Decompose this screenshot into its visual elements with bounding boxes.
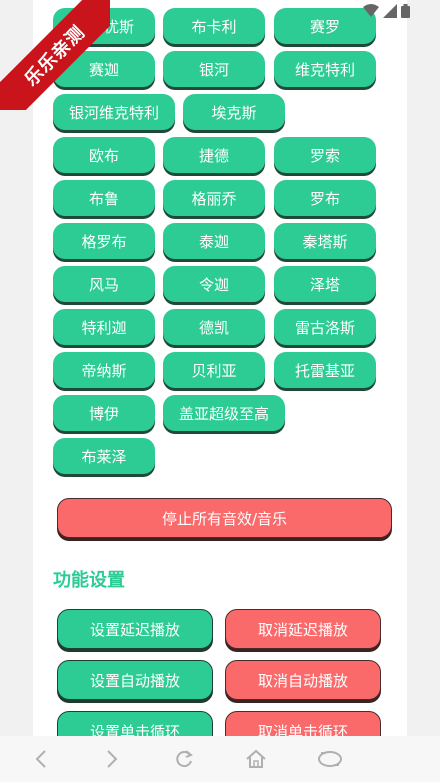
voice-button[interactable]: 帝纳斯 [53, 352, 155, 388]
voice-button-label: 德凯 [198, 318, 229, 337]
voice-button-label: 帝纳斯 [81, 361, 127, 380]
content-card: 罗比优斯布卡利赛罗赛迦银河维克特利银河维克特利埃克斯欧布捷德罗索布鲁格丽乔罗布格… [33, 0, 407, 736]
voice-button[interactable]: 银河 [163, 51, 265, 87]
stop-all-button[interactable]: 停止所有音效/音乐 [57, 498, 392, 538]
voice-button[interactable]: 雷古洛斯 [274, 309, 376, 345]
voice-button[interactable]: 维克特利 [274, 51, 376, 87]
settings-button-label: 设置自动播放 [89, 671, 180, 690]
voice-button-label: 欧布 [88, 146, 119, 165]
voice-button-label: 维克特利 [294, 60, 355, 79]
voice-button[interactable]: 格罗布 [53, 223, 155, 259]
voice-button[interactable]: 博伊 [53, 395, 155, 431]
settings-button[interactable]: 设置单击循环 [57, 711, 213, 736]
voice-button[interactable]: 捷德 [163, 137, 265, 173]
voice-button[interactable]: 罗布 [274, 180, 376, 216]
voice-button[interactable]: 秦塔斯 [274, 223, 376, 259]
voice-button-label: 布鲁 [88, 189, 119, 208]
voice-button[interactable]: 罗索 [274, 137, 376, 173]
settings-button-label: 设置延迟播放 [89, 620, 180, 639]
voice-button-label: 罗索 [309, 146, 340, 165]
voice-button[interactable]: 托雷基亚 [274, 352, 376, 388]
voice-button[interactable]: 格丽乔 [163, 180, 265, 216]
navigation-bar [0, 736, 440, 782]
chevron-right-icon [107, 750, 118, 768]
voice-button-label: 格罗布 [81, 232, 127, 251]
refresh-button[interactable] [170, 746, 198, 772]
settings-button[interactable]: 取消单击循环 [225, 711, 381, 736]
voice-button-label: 托雷基亚 [294, 361, 355, 380]
voice-button[interactable]: 风马 [53, 266, 155, 302]
voice-button[interactable]: 埃克斯 [183, 94, 285, 130]
voice-button-label: 博伊 [88, 404, 119, 423]
ribbon-banner: 乐乐亲测 [0, 0, 110, 110]
home-button[interactable] [242, 746, 270, 772]
settings-button-label: 设置单击循环 [89, 722, 180, 737]
voice-button-label: 令迦 [198, 275, 229, 294]
settings-button[interactable]: 设置自动播放 [57, 660, 213, 700]
voice-button-label: 捷德 [198, 146, 229, 165]
voice-button-label: 罗布 [309, 189, 340, 208]
voice-button[interactable]: 欧布 [53, 137, 155, 173]
voice-button[interactable]: 布鲁 [53, 180, 155, 216]
voice-button-label: 泽塔 [309, 275, 340, 294]
back-button[interactable] [27, 746, 55, 772]
voice-button[interactable]: 令迦 [163, 266, 265, 302]
voice-button-label: 秦塔斯 [302, 232, 348, 251]
voice-button-label: 布莱泽 [81, 447, 127, 466]
voice-button-label: 风马 [88, 275, 119, 294]
tabs-icon [318, 751, 342, 767]
forward-button[interactable] [98, 746, 126, 772]
voice-button[interactable]: 布莱泽 [53, 438, 155, 474]
settings-button[interactable]: 取消自动播放 [225, 660, 381, 700]
settings-button-label: 取消自动播放 [257, 671, 348, 690]
refresh-icon [176, 750, 193, 768]
settings-button[interactable]: 取消延迟播放 [225, 609, 381, 649]
settings-button-label: 取消延迟播放 [257, 620, 348, 639]
settings-button-label: 取消单击循环 [257, 722, 348, 737]
battery-icon [401, 4, 410, 18]
voice-button-label: 特利迦 [81, 318, 127, 337]
home-icon [246, 749, 266, 768]
voice-button[interactable]: 盖亚超级至高 [163, 395, 285, 431]
voice-button-label: 盖亚超级至高 [178, 404, 269, 423]
voice-button-label: 贝利亚 [191, 361, 237, 380]
voice-button[interactable]: 贝利亚 [163, 352, 265, 388]
ribbon-text: 乐乐亲测 [0, 0, 110, 110]
tabs-button[interactable] [316, 746, 344, 772]
voice-button-label: 银河 [198, 60, 229, 79]
voice-button[interactable]: 泽塔 [274, 266, 376, 302]
voice-button-label: 泰迦 [198, 232, 229, 251]
wifi-icon [363, 4, 379, 17]
voice-button-label: 埃克斯 [211, 103, 257, 122]
voice-button[interactable]: 特利迦 [53, 309, 155, 345]
voice-button[interactable]: 德凯 [163, 309, 265, 345]
settings-button[interactable]: 设置延迟播放 [57, 609, 213, 649]
voice-button-label: 雷古洛斯 [294, 318, 355, 337]
signal-icon [383, 4, 397, 18]
voice-button[interactable]: 泰迦 [163, 223, 265, 259]
stop-all-label: 停止所有音效/音乐 [161, 509, 288, 528]
voice-button-label: 格丽乔 [191, 189, 237, 208]
section-title: 功能设置 [53, 570, 125, 591]
chevron-left-icon [35, 750, 46, 768]
